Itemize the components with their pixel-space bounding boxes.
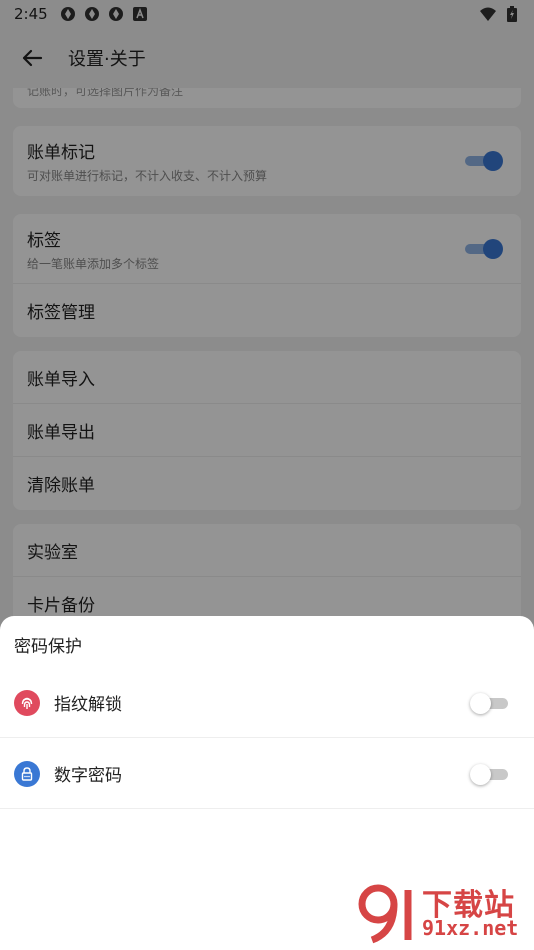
sheet-item-numeric-password[interactable]: 数字密码 — [0, 739, 534, 809]
sheet-item-fingerprint[interactable]: 指纹解锁 — [0, 668, 534, 738]
password-protection-sheet: 密码保护 指纹解锁 数字密码 下载站 91xz.net — [0, 616, 534, 950]
watermark: 下载站 91xz.net — [358, 880, 528, 946]
watermark-url: 91xz.net — [422, 916, 519, 940]
lock-icon — [14, 760, 40, 787]
numeric-password-toggle[interactable] — [470, 763, 510, 785]
fingerprint-toggle[interactable] — [470, 692, 510, 714]
sheet-item-label: 指纹解锁 — [54, 695, 122, 715]
sheet-title: 密码保护 — [14, 637, 82, 657]
fingerprint-icon — [14, 689, 40, 716]
watermark-logo-icon — [358, 884, 412, 944]
sheet-item-label: 数字密码 — [54, 766, 122, 786]
